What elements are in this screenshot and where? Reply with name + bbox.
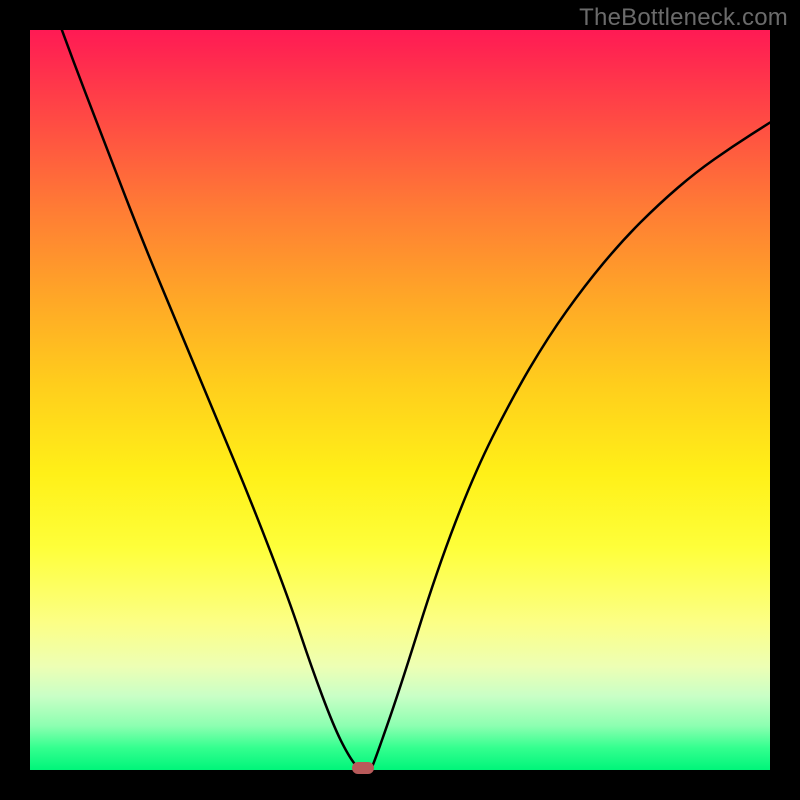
watermark-text: TheBottleneck.com [579,4,788,32]
chart-frame: TheBottleneck.com [0,0,800,800]
optimum-marker [352,762,374,774]
plot-area [30,30,770,770]
bottleneck-curve [30,30,770,770]
